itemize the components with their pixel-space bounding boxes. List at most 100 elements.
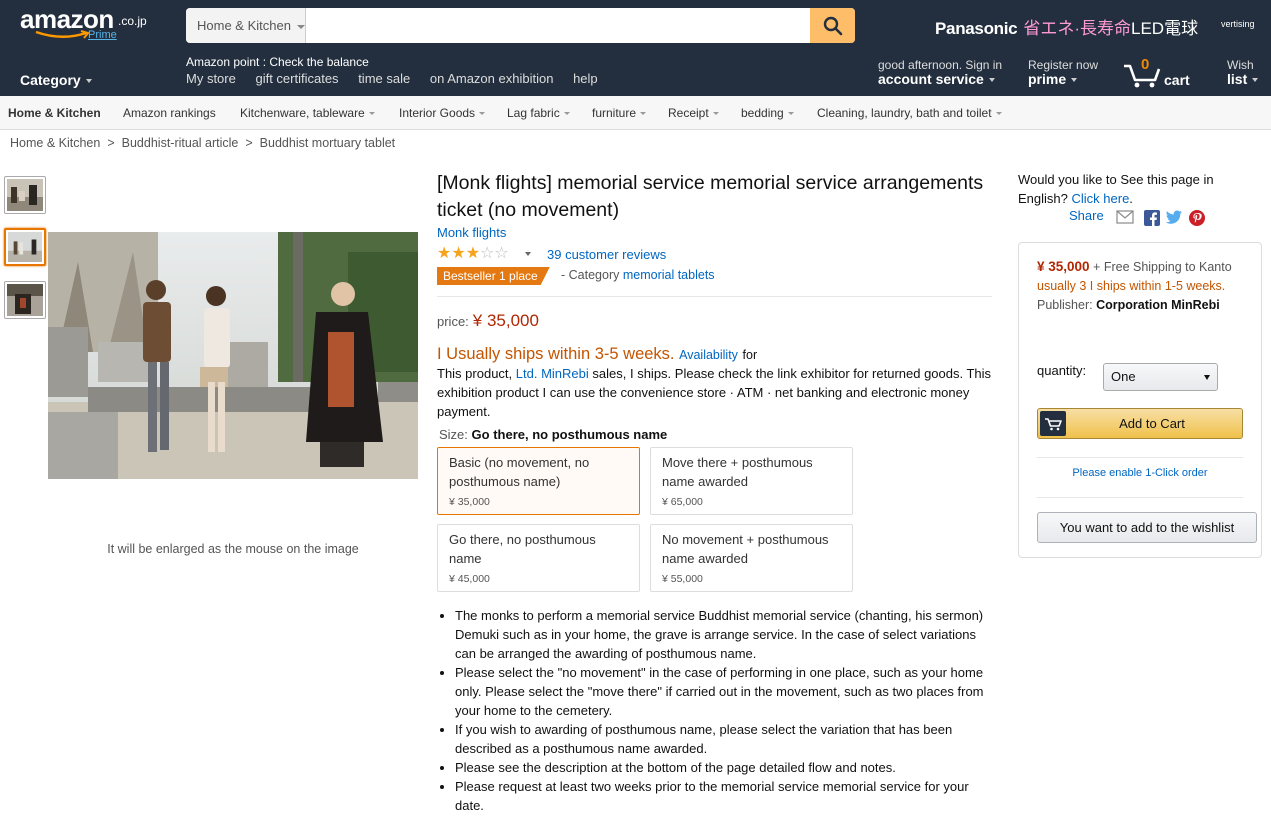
star-empty-icon: ☆ [494, 245, 509, 262]
subnav-furniture-label: furniture [592, 106, 637, 120]
customer-reviews-link[interactable]: 39 customer reviews [547, 247, 666, 262]
subnav-rankings[interactable]: Amazon rankings [123, 106, 216, 120]
shipping-text: I Usually ships within 3-5 weeks. [437, 345, 675, 363]
chevron-down-icon [368, 112, 375, 116]
subnav-kitchenware[interactable]: Kitchenware, tableware [240, 106, 375, 120]
chevron-down-icon [995, 112, 1002, 116]
pinterest-icon[interactable] [1189, 210, 1205, 226]
variant-move-posthumous[interactable]: Move there + posthumous name awarded ¥ 6… [650, 447, 853, 515]
breadcrumb-ritual[interactable]: Buddhist-ritual article [122, 136, 239, 150]
thumbnail-1-image [7, 179, 43, 211]
variant-basic[interactable]: Basic (no movement, no posthumous name) … [437, 447, 640, 515]
subnav-receipt[interactable]: Receipt [668, 106, 719, 120]
chevron-down-icon [1071, 78, 1078, 83]
cart-button[interactable]: 0 cart [1122, 56, 1202, 90]
wishlist-line1: Wish [1227, 58, 1254, 72]
chevron-down-icon[interactable] [525, 252, 531, 256]
variant-name: Move there + posthumous name awarded [662, 455, 813, 489]
chevron-down-icon [296, 24, 305, 29]
search-department-dropdown[interactable]: Home & Kitchen [186, 8, 306, 43]
category-menu[interactable]: Category [20, 72, 92, 88]
feature-bullet: Please request at least two weeks prior … [455, 777, 992, 815]
subnav-interior[interactable]: Interior Goods [399, 106, 486, 120]
variant-name: Basic (no movement, no posthumous name) [449, 455, 590, 489]
header-links: My store gift certificates time sale on … [186, 71, 614, 86]
subnav-kitchenware-label: Kitchenware, tableware [240, 106, 365, 120]
search-icon [823, 16, 842, 35]
wishlist-menu[interactable]: Wish list [1227, 58, 1259, 87]
my-store-link[interactable]: My store [186, 71, 236, 86]
product-details: [Monk flights] memorial service memorial… [437, 170, 992, 815]
top-header: amazon .co.jp Prime Home & Kitchen Panas… [0, 0, 1271, 96]
star-rating[interactable]: ★★★☆☆ [437, 245, 509, 263]
size-value: Go there, no posthumous name [471, 427, 668, 442]
size-selection: Size: Go there, no posthumous name [437, 427, 992, 442]
variant-go-there[interactable]: Go there, no posthumous name ¥ 45,000 [437, 524, 640, 592]
subnav-furniture[interactable]: furniture [592, 106, 647, 120]
thumbnail-2[interactable] [4, 228, 46, 266]
subnav-cleaning[interactable]: Cleaning, laundry, bath and toilet [817, 106, 1002, 120]
promo-banner[interactable]: Panasonic 省エネ·長寿命LED電球 vertising [935, 14, 1271, 40]
breadcrumb-tablet[interactable]: Buddhist mortuary tablet [260, 136, 396, 150]
time-sale-link[interactable]: time sale [358, 71, 410, 86]
amazon-exhibition-link[interactable]: on Amazon exhibition [430, 71, 554, 86]
english-link[interactable]: Click here [1072, 191, 1130, 206]
twitter-icon[interactable] [1165, 210, 1183, 225]
email-icon[interactable] [1116, 210, 1134, 224]
promo-product: LED電球 [1131, 19, 1199, 38]
bestseller-prefix: - Category [561, 268, 620, 282]
gift-certificates-link[interactable]: gift certificates [255, 71, 338, 86]
availability-for: for [742, 348, 758, 362]
variant-no-move-posthumous[interactable]: No movement + posthumous name awarded ¥ … [650, 524, 853, 592]
add-to-wishlist-button[interactable]: You want to add to the wishlist [1037, 512, 1257, 543]
variant-price: ¥ 35,000 [449, 496, 490, 508]
share-row: Share [1018, 208, 1262, 228]
quantity-select[interactable]: One [1103, 363, 1218, 391]
promo-ad-label: vertising [1221, 19, 1255, 29]
thumbnail-3[interactable] [4, 281, 46, 319]
prime-menu[interactable]: Register now prime [1028, 58, 1098, 87]
one-click-link[interactable]: Please enable 1-Click order [1037, 467, 1243, 479]
search-button[interactable] [810, 8, 855, 43]
subnav-bedding[interactable]: bedding [741, 106, 794, 120]
seller-link-minrebi[interactable]: MinRebi [541, 366, 589, 381]
account-menu[interactable]: good afternoon. Sign in account service [878, 58, 1002, 87]
facebook-icon[interactable] [1144, 210, 1160, 226]
search-input[interactable] [307, 8, 807, 43]
subnav-fabric[interactable]: Lag fabric [507, 106, 570, 120]
chevron-down-icon [640, 112, 647, 116]
logo-prime-link[interactable]: Prime [88, 29, 117, 41]
bestseller-row: Bestseller 1 place - Category memorial t… [437, 267, 992, 285]
feature-bullet: If you wish to awarding of posthumous na… [455, 720, 992, 758]
account-service-label: account service [878, 71, 984, 87]
add-to-cart-button[interactable]: Add to Cart [1037, 408, 1243, 439]
size-label: Size: [439, 427, 468, 442]
seller-link-ltd[interactable]: Ltd. [516, 366, 538, 381]
chevron-down-icon [563, 112, 570, 116]
availability-link[interactable]: Availability [679, 348, 738, 362]
amazon-points-link[interactable]: Amazon point : Check the balance [186, 55, 369, 69]
buybox-publisher-label: Publisher: [1037, 298, 1093, 312]
chevron-down-icon [712, 112, 719, 116]
seller-text-1: This product, [437, 366, 513, 381]
feature-bullet: Please select the "no movement" in the c… [455, 663, 992, 720]
help-link[interactable]: help [573, 71, 598, 86]
variant-price: ¥ 65,000 [662, 496, 703, 508]
price-label: price: [437, 314, 469, 329]
subnav-home[interactable]: Home & Kitchen [8, 106, 101, 120]
rating-row: ★★★☆☆ 39 customer reviews [437, 245, 992, 263]
cart-count: 0 [1141, 56, 1150, 73]
feature-bullet: The monks to perform a memorial service … [455, 606, 992, 663]
breadcrumb-home[interactable]: Home & Kitchen [10, 136, 100, 150]
brand-link[interactable]: Monk flights [437, 225, 992, 240]
main-product-image[interactable] [48, 232, 418, 479]
thumbnail-1[interactable] [4, 176, 46, 214]
chevron-down-icon [85, 79, 92, 84]
subnav-bedding-label: bedding [741, 106, 784, 120]
star-filled-icon: ★ [451, 245, 466, 262]
enlarge-hint: It will be enlarged as the mouse on the … [107, 542, 359, 556]
buy-column: Would you like to See this page in Engli… [1018, 170, 1262, 558]
bestseller-category-link[interactable]: memorial tablets [623, 268, 715, 282]
amazon-logo[interactable]: amazon .co.jp Prime [20, 4, 160, 44]
subnav-fabric-label: Lag fabric [507, 106, 560, 120]
